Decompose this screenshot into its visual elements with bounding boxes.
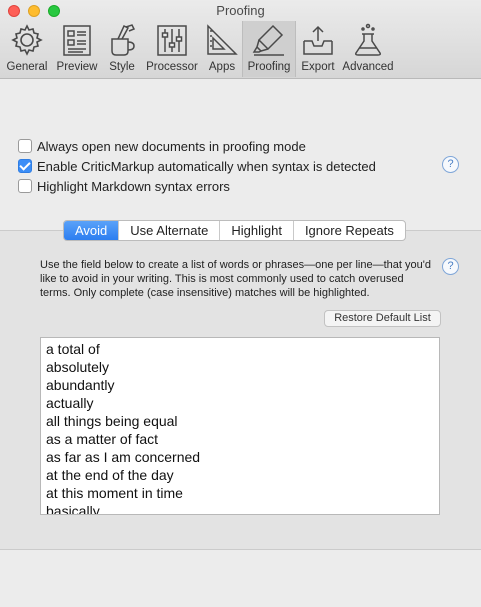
list-item: as far as I am concerned bbox=[46, 449, 201, 465]
toolbar-item-export[interactable]: Export bbox=[296, 21, 340, 77]
toolbar-item-style[interactable]: Style bbox=[102, 21, 142, 77]
gear-icon bbox=[11, 24, 43, 56]
list-item: at this moment in time bbox=[46, 485, 183, 501]
sliders-icon bbox=[157, 25, 187, 56]
option-proofing-mode[interactable]: Always open new documents in proofing mo… bbox=[18, 136, 376, 156]
toolbar-item-apps[interactable]: Apps bbox=[202, 21, 242, 77]
toolbar-item-advanced[interactable]: Advanced bbox=[340, 21, 396, 77]
flask-icon bbox=[355, 23, 381, 56]
tab-highlight[interactable]: Highlight bbox=[219, 221, 293, 240]
list-item: basically bbox=[46, 503, 100, 515]
toolbar-label: Apps bbox=[208, 61, 236, 73]
list-item: at the end of the day bbox=[46, 467, 174, 483]
titlebar: Proofing General Preview Style Processor… bbox=[0, 0, 481, 79]
toolbar-label: Style bbox=[109, 61, 135, 73]
style-icon bbox=[111, 24, 136, 56]
checkbox-criticmarkup[interactable] bbox=[18, 159, 32, 173]
checkbox-highlight-syntax-errors[interactable] bbox=[18, 179, 32, 193]
checkbox-proofing-mode[interactable] bbox=[18, 139, 32, 153]
export-icon bbox=[303, 25, 333, 55]
list-item: actually bbox=[46, 395, 94, 411]
toolbar-label: General bbox=[6, 61, 48, 73]
highlighter-icon bbox=[252, 24, 284, 56]
toolbar-label: Export bbox=[301, 61, 335, 73]
list-item: a total of bbox=[46, 341, 100, 357]
list-item: abundantly bbox=[46, 377, 115, 393]
list-item: as a matter of fact bbox=[46, 431, 159, 447]
avoid-description: Use the field below to create a list of … bbox=[40, 259, 431, 299]
option-label: Highlight Markdown syntax errors bbox=[37, 178, 230, 194]
segmented-tabs: Avoid Use Alternate Highlight Ignore Rep… bbox=[63, 220, 406, 241]
restore-default-list-button[interactable]: Restore Default List bbox=[324, 310, 441, 327]
toolbar-item-processor[interactable]: Processor bbox=[142, 21, 202, 77]
option-label: Enable CriticMarkup automatically when s… bbox=[37, 158, 376, 174]
tab-ignore-repeats[interactable]: Ignore Repeats bbox=[292, 221, 405, 240]
preferences-window: Proofing General Preview Style Processor… bbox=[0, 0, 481, 607]
toolbar-label: Processor bbox=[146, 61, 198, 73]
toolbar-item-preview[interactable]: Preview bbox=[52, 21, 102, 77]
help-button[interactable]: ? bbox=[442, 156, 459, 173]
apps-icon bbox=[207, 24, 238, 55]
toolbar-item-proofing[interactable]: Proofing bbox=[242, 21, 296, 77]
preferences-toolbar: General Preview Style Processor Apps Pro… bbox=[2, 21, 396, 77]
toolbar-label: Proofing bbox=[247, 61, 291, 73]
toolbar-label: Advanced bbox=[342, 61, 394, 73]
option-criticmarkup[interactable]: Enable CriticMarkup automatically when s… bbox=[18, 156, 376, 176]
toolbar-item-general[interactable]: General bbox=[2, 21, 52, 77]
list-item: absolutely bbox=[46, 359, 110, 375]
option-label: Always open new documents in proofing mo… bbox=[37, 138, 306, 154]
proofing-options: Always open new documents in proofing mo… bbox=[18, 136, 376, 196]
preview-icon bbox=[63, 25, 91, 56]
window-title: Proofing bbox=[216, 3, 265, 18]
option-highlight-syntax-errors[interactable]: Highlight Markdown syntax errors bbox=[18, 176, 376, 196]
help-button[interactable]: ? bbox=[442, 258, 459, 275]
toolbar-label: Preview bbox=[56, 61, 98, 73]
tab-avoid[interactable]: Avoid bbox=[64, 221, 119, 240]
tab-use-alternate[interactable]: Use Alternate bbox=[118, 221, 219, 240]
avoid-word-list[interactable]: a total of absolutely abundantly actually al… bbox=[40, 337, 440, 515]
list-item: all things being equal bbox=[46, 413, 178, 429]
